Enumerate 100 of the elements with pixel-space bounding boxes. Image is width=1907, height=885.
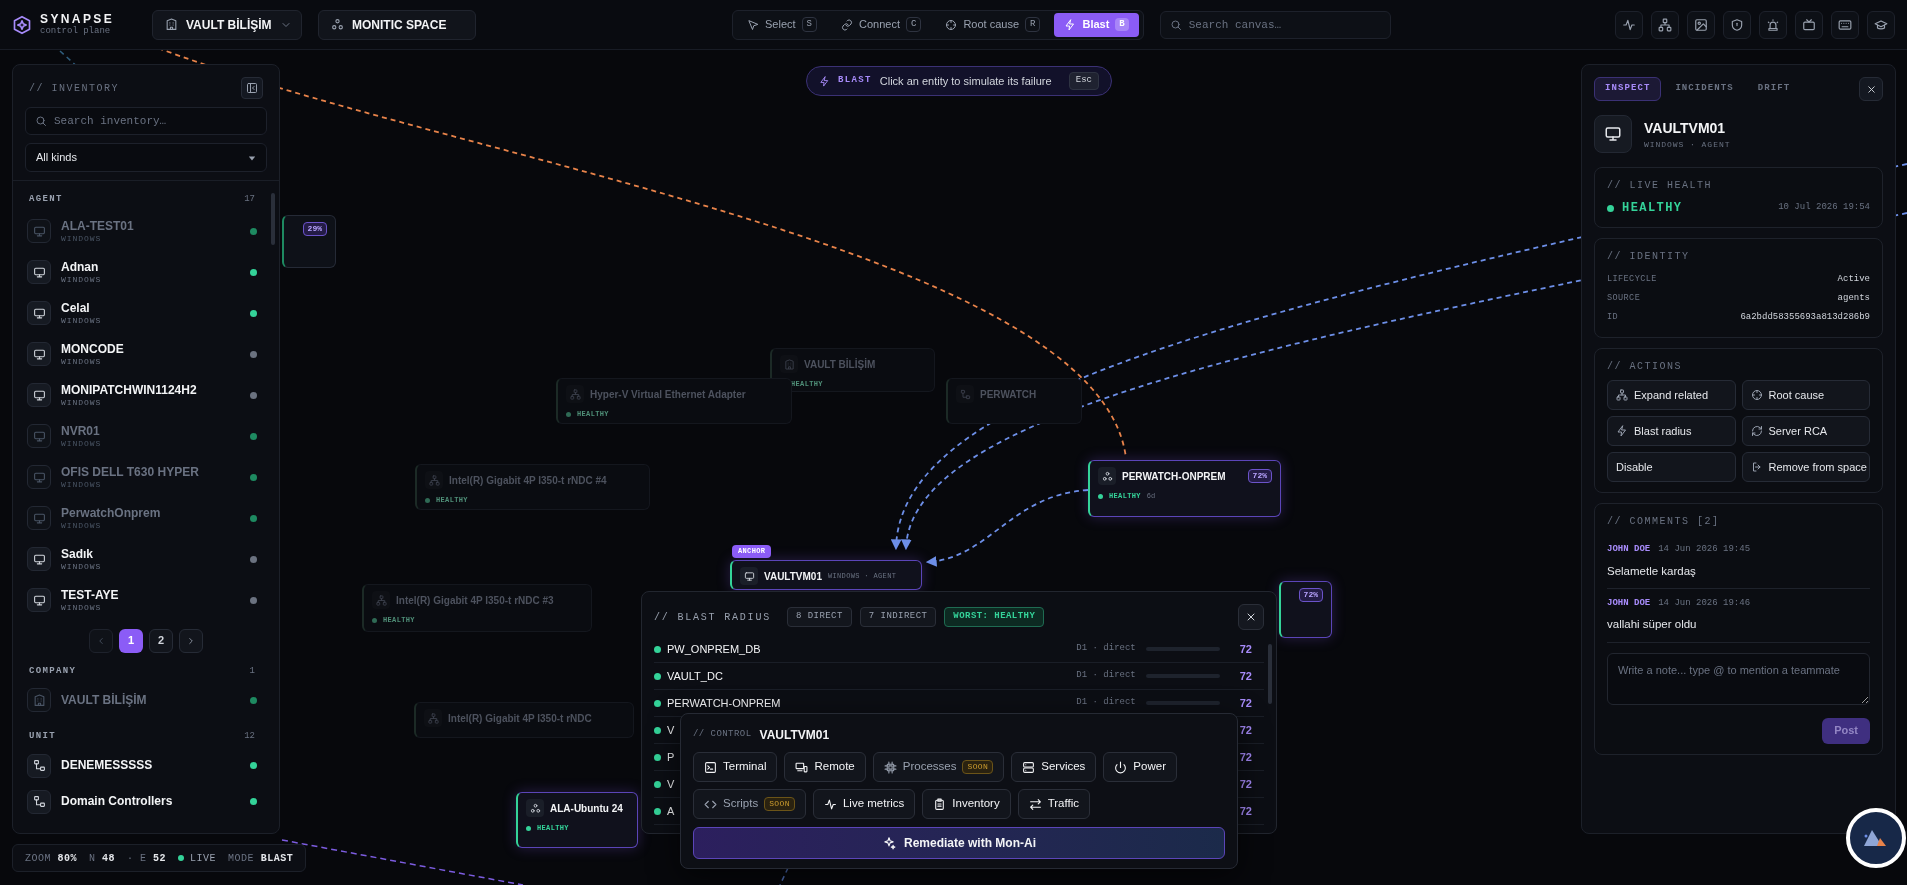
- node-name: Hyper-V Virtual Ethernet Adapter: [590, 387, 746, 402]
- terminal-icon: [704, 760, 717, 774]
- mode-button[interactable]: Select S: [737, 12, 827, 37]
- scrollbar-thumb[interactable]: [271, 193, 275, 245]
- sidebar-collapse-icon: [246, 82, 258, 94]
- assistant-button[interactable]: [1846, 808, 1906, 868]
- display-button[interactable]: [1795, 10, 1823, 39]
- item-name: TEST-AYE: [61, 587, 119, 603]
- building-icon: [165, 18, 178, 31]
- inventory-item[interactable]: ALA-TEST01 WINDOWS: [21, 210, 271, 252]
- connection-line: [779, 867, 789, 885]
- refresh-icon: [1750, 425, 1763, 437]
- field-label: ID: [1607, 311, 1619, 324]
- pulse-icon: [1622, 17, 1636, 32]
- security-button[interactable]: [1723, 10, 1751, 39]
- learn-button[interactable]: [1867, 10, 1895, 39]
- control-button[interactable]: Live metrics: [812, 789, 916, 819]
- item-name: MONIPATCHWIN1124H2: [61, 382, 197, 398]
- organization-dropdown[interactable]: VAULT BİLİŞİM: [152, 9, 302, 40]
- exit-icon: [1750, 461, 1763, 473]
- entity-name: PERWATCH-ONPREM: [667, 695, 781, 711]
- entity-node[interactable]: 72%: [1279, 581, 1332, 638]
- inventory-item[interactable]: NVR01 WINDOWS: [21, 415, 271, 457]
- hint-text: Click an entity to simulate its failure: [879, 73, 1052, 89]
- crosshair-icon: [1750, 389, 1763, 401]
- action-button[interactable]: Root cause: [1741, 380, 1870, 410]
- inventory-item[interactable]: VAULT BİLİŞİM: [21, 682, 271, 718]
- control-button[interactable]: Services: [1011, 752, 1097, 782]
- page-button[interactable]: 1: [119, 628, 143, 653]
- count-chip: WORST: HEALTHY: [944, 607, 1045, 627]
- monitor-icon: [32, 306, 46, 320]
- image-button[interactable]: [1687, 10, 1715, 39]
- topology-button[interactable]: [1651, 10, 1679, 39]
- action-button[interactable]: Disable: [1607, 452, 1736, 482]
- inventory-item[interactable]: DENEMESSSSS: [21, 747, 271, 784]
- scrollbar-thumb[interactable]: [1268, 644, 1272, 704]
- clipboard-icon: [933, 797, 947, 811]
- item-type: WINDOWS: [61, 315, 102, 326]
- inspector-tab[interactable]: DRIFT: [1747, 77, 1801, 101]
- inventory-item[interactable]: Domain Controllers: [21, 783, 271, 820]
- app-subtitle: control plane: [40, 27, 112, 36]
- control-button[interactable]: Inventory: [922, 789, 1011, 819]
- item-type: WINDOWS: [61, 561, 102, 572]
- activity-button[interactable]: [1615, 10, 1643, 39]
- impact-score: 72: [1239, 641, 1252, 657]
- action-button[interactable]: Blast radius: [1607, 416, 1736, 446]
- comment-field[interactable]: Write a note... type @ to mention a teammate: [1607, 652, 1870, 705]
- app-name: SYNAPSE: [40, 13, 115, 25]
- panel-title: // CONTROL: [693, 728, 752, 742]
- item-name: Domain Controllers: [61, 794, 173, 809]
- inventory-item[interactable]: TEST-AYE WINDOWS: [21, 579, 271, 621]
- close-button[interactable]: [1859, 77, 1883, 101]
- mode-button[interactable]: Root cause R: [935, 12, 1051, 37]
- kind-filter-dropdown[interactable]: All kinds: [25, 143, 267, 172]
- building-icon: [32, 693, 46, 707]
- node-name: Intel(R) Gigabit 4P I350-t rNDC #3: [396, 593, 554, 608]
- inventory-item[interactable]: Sadık WINDOWS: [21, 538, 271, 580]
- node-name: VAULT BİLİŞİM: [804, 357, 876, 372]
- inventory-item[interactable]: MONIPATCHWIN1124H2 WINDOWS: [21, 374, 271, 416]
- entity-node[interactable]: 29%: [282, 215, 336, 268]
- inventory-item[interactable]: Celal WINDOWS: [21, 292, 271, 334]
- collapse-button[interactable]: [241, 77, 263, 99]
- mode-button[interactable]: Blast B: [1054, 12, 1139, 37]
- panel-title: // INVENTORY: [29, 81, 119, 96]
- control-button[interactable]: Power: [1103, 752, 1177, 782]
- node-name: VAULTVM01: [764, 569, 822, 584]
- lightning-icon: [1616, 425, 1628, 437]
- inventory-item[interactable]: PerwatchOnprem WINDOWS: [21, 497, 271, 539]
- alerts-button[interactable]: [1759, 10, 1787, 39]
- space-dropdown[interactable]: MONITIC SPACE: [318, 9, 476, 40]
- inspector-tab[interactable]: INCIDENTS: [1665, 77, 1744, 101]
- action-button[interactable]: Expand related: [1607, 380, 1736, 410]
- soon-badge: SOON: [764, 797, 795, 811]
- search-field[interactable]: Search inventory…: [25, 107, 267, 135]
- item-type: WINDOWS: [61, 602, 103, 613]
- remediate-button[interactable]: Remediate with Mon-Ai: [693, 827, 1225, 859]
- shortcuts-button[interactable]: [1831, 10, 1859, 39]
- inventory-item[interactable]: Adnan WINDOWS: [21, 251, 271, 293]
- impact-score: 72: [1239, 722, 1252, 738]
- monitor-icon: [32, 593, 46, 607]
- action-button[interactable]: Server RCA: [1741, 416, 1870, 446]
- inventory-item[interactable]: OFIS DELL T630 HYPER WINDOWS: [21, 456, 271, 498]
- control-button[interactable]: Traffic: [1017, 789, 1090, 819]
- distance-label: D1 · direct: [1076, 669, 1136, 683]
- search-field[interactable]: Search canvas…: [1159, 10, 1391, 39]
- impact-score: 72: [1239, 776, 1252, 792]
- node-name: ALA-Ubuntu 24: [550, 801, 623, 816]
- cluster-icon: [331, 18, 344, 31]
- control-button[interactable]: Remote: [784, 752, 866, 782]
- action-button[interactable]: Remove from space: [1741, 452, 1870, 482]
- field-value: agents: [1837, 291, 1870, 305]
- mode-button[interactable]: Connect C: [831, 12, 932, 37]
- inspector-tab[interactable]: INSPECT: [1594, 77, 1662, 101]
- crosshair-icon: [945, 18, 958, 31]
- control-button[interactable]: Terminal: [693, 752, 778, 782]
- page-button[interactable]: 2: [149, 628, 173, 653]
- comment-text: vallahi süper oldu: [1607, 617, 1698, 633]
- inventory-item[interactable]: MONCODE WINDOWS: [21, 333, 271, 375]
- entity-name: VAULT_DC: [667, 668, 723, 684]
- health-status: HEALTHY: [1622, 200, 1683, 217]
